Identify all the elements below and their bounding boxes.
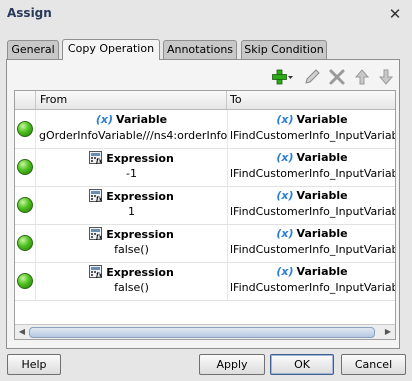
scroll-right-icon[interactable]: ▶ (382, 326, 394, 338)
variable-icon: (x) (276, 189, 294, 202)
table-row[interactable]: fx Expression false() (x) Variable lFindCu… (15, 262, 395, 301)
to-cell[interactable]: (x) Variable lFindCustomerInfo_InputVaria… (227, 224, 395, 262)
expression-icon: fx (89, 151, 103, 164)
status-ok-icon (17, 121, 33, 137)
to-cell[interactable]: (x) Variable lFindCustomerInfo_InputVaria… (227, 110, 395, 148)
svg-text:fx: fx (95, 272, 102, 278)
from-type: Expression (106, 266, 174, 279)
move-down-icon[interactable] (377, 68, 395, 86)
horizontal-scrollbar[interactable]: ◀ ▶ (15, 324, 395, 339)
to-value: lFindCustomerInfo_InputVariable/p (230, 167, 395, 180)
expression-icon: fx (89, 189, 103, 202)
dialog-title: Assign (7, 6, 52, 20)
to-value: lFindCustomerInfo_InputVariable/p (230, 243, 395, 256)
copy-rules-table[interactable]: From To (x) Variable gOrderInfoVariable//… (14, 90, 396, 340)
svg-text:fx: fx (95, 196, 102, 202)
cancel-button[interactable]: Cancel (341, 354, 406, 375)
to-type: Variable (296, 227, 348, 240)
expression-icon: fx (89, 227, 103, 240)
column-header-from[interactable]: From (35, 91, 227, 109)
variable-icon: (x) (95, 113, 114, 126)
from-value: 1 (128, 205, 135, 218)
variable-icon: (x) (276, 265, 294, 278)
status-ok-icon (17, 197, 33, 213)
table-row[interactable]: fx Expression -1 (x) Variable lFindCustome… (15, 148, 395, 187)
from-type: Expression (106, 190, 174, 203)
table-row[interactable]: (x) Variable gOrderInfoVariable///ns4:ord… (15, 110, 395, 149)
from-value: false() (114, 243, 149, 256)
tab-skip-condition[interactable]: Skip Condition (241, 40, 327, 59)
to-cell[interactable]: (x) Variable lFindCustomerInfo_InputVaria… (227, 262, 395, 300)
move-up-icon[interactable] (353, 68, 371, 86)
svg-text:fx: fx (95, 234, 102, 240)
from-cell[interactable]: fx Expression 1 (35, 186, 228, 224)
apply-button[interactable]: Apply (199, 354, 265, 375)
from-cell[interactable]: fx Expression false() (35, 224, 228, 262)
tab-copy-operation[interactable]: Copy Operation (62, 39, 160, 60)
to-type: Variable (296, 113, 348, 126)
to-cell[interactable]: (x) Variable lFindCustomerInfo_InputVaria… (227, 148, 395, 186)
to-cell[interactable]: (x) Variable lFindCustomerInfo_InputVaria… (227, 186, 395, 224)
to-type: Variable (296, 265, 348, 278)
to-value: lFindCustomerInfo_InputVariable/p (230, 129, 395, 142)
copy-operation-panel: From To (x) Variable gOrderInfoVariable//… (6, 59, 400, 349)
from-cell[interactable]: fx Expression -1 (35, 148, 228, 186)
ok-button[interactable]: OK (270, 354, 334, 375)
from-value: -1 (126, 167, 137, 180)
help-button[interactable]: Help (7, 354, 61, 375)
tab-annotations[interactable]: Annotations (163, 40, 237, 59)
scroll-left-icon[interactable]: ◀ (16, 326, 28, 338)
variable-icon: (x) (276, 227, 294, 240)
table-row[interactable]: fx Expression 1 (x) Variable lFindCustomer… (15, 186, 395, 225)
from-type: Expression (106, 152, 174, 165)
close-icon[interactable]: ✕ (387, 5, 403, 23)
from-value: gOrderInfoVariable///ns4:orderInfo... (39, 129, 227, 142)
tab-general[interactable]: General (7, 40, 59, 59)
table-header: From To (15, 91, 395, 110)
table-row[interactable]: fx Expression false() (x) Variable lFindCu… (15, 224, 395, 263)
status-ok-icon (17, 235, 33, 251)
svg-text:fx: fx (95, 158, 102, 164)
expression-icon: fx (89, 265, 103, 278)
from-type: Variable (116, 113, 168, 126)
status-ok-icon (17, 159, 33, 175)
to-value: lFindCustomerInfo_InputVariable/p (230, 205, 395, 218)
delete-icon[interactable] (328, 68, 346, 86)
status-ok-icon (17, 273, 33, 289)
pencil-icon[interactable] (303, 68, 321, 86)
to-value: lFindCustomerInfo_InputVariable/p (230, 281, 395, 294)
variable-icon: (x) (276, 151, 294, 164)
scrollbar-thumb[interactable] (29, 327, 375, 338)
from-cell[interactable]: fx Expression false() (35, 262, 228, 300)
column-header-to[interactable]: To (226, 91, 395, 109)
add-icon[interactable] (272, 68, 293, 86)
to-type: Variable (296, 189, 348, 202)
from-cell[interactable]: (x) Variable gOrderInfoVariable///ns4:ord… (35, 110, 228, 148)
to-type: Variable (296, 151, 348, 164)
from-value: false() (114, 281, 149, 294)
variable-icon: (x) (276, 113, 294, 126)
from-type: Expression (106, 228, 174, 241)
